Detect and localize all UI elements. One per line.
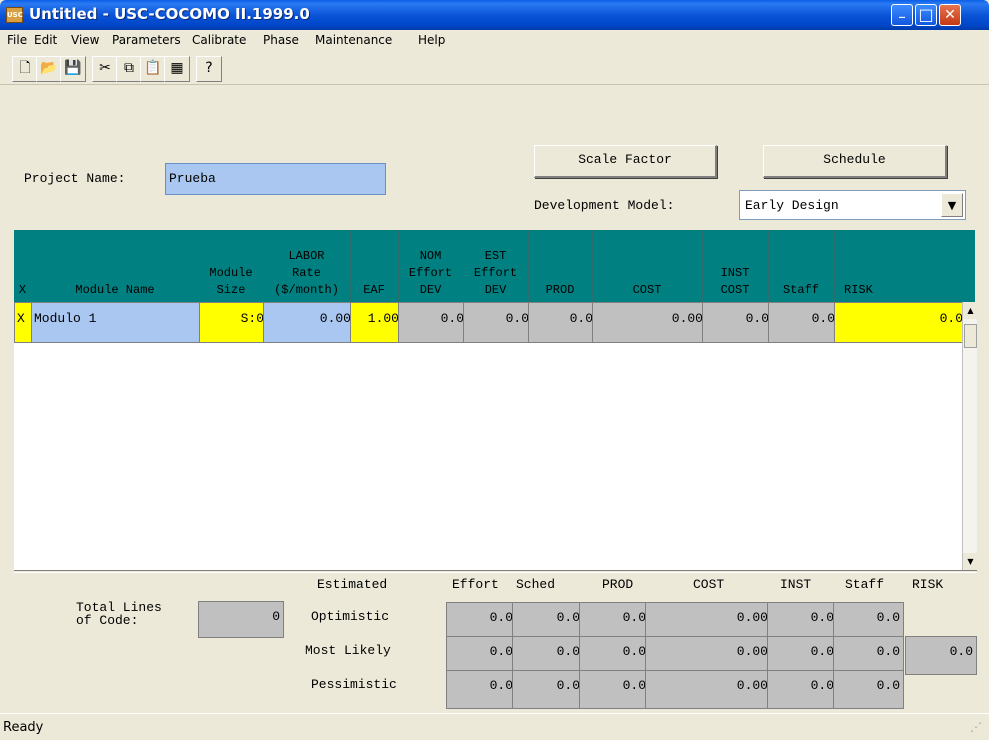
column-header-cost[interactable]: COST bbox=[592, 230, 703, 302]
new-file-button[interactable]: 🗋 bbox=[12, 56, 38, 82]
close-button[interactable]: ✕ bbox=[939, 4, 961, 26]
help-button[interactable]: ? bbox=[196, 56, 222, 82]
toolbar: 🗋 📂 💾 ✂ ⧉ 📋 ▦ ? bbox=[0, 52, 989, 85]
paste-button[interactable]: 📋 bbox=[140, 56, 166, 82]
total-prod: 0.0 bbox=[579, 670, 650, 709]
development-model-label: Development Model: bbox=[534, 198, 675, 213]
development-model-select[interactable]: Early Design ▼ bbox=[739, 190, 966, 220]
totals-header-cost: COST bbox=[693, 577, 725, 592]
total-staff: 0.0 bbox=[833, 670, 904, 709]
insert-module-button[interactable]: ▦ bbox=[164, 56, 190, 82]
menu-help[interactable]: Help bbox=[418, 33, 445, 47]
save-icon: 💾 bbox=[64, 60, 82, 76]
total-risk: 0.0 bbox=[905, 636, 977, 675]
column-header-module-size[interactable]: Module Size bbox=[199, 230, 264, 302]
menu-file[interactable]: File bbox=[7, 33, 27, 47]
totals-header-sched: Sched bbox=[516, 577, 556, 592]
cut-icon: ✂ bbox=[99, 60, 111, 76]
column-header-x[interactable]: X bbox=[14, 230, 32, 302]
totals-row-label: Pessimistic bbox=[311, 677, 397, 692]
new-file-icon: 🗋 bbox=[19, 60, 31, 76]
development-model-value: Early Design bbox=[745, 198, 839, 213]
copy-button[interactable]: ⧉ bbox=[116, 56, 142, 82]
column-header-est-effort[interactable]: EST Effort DEV bbox=[463, 230, 529, 302]
column-header-inst-cost[interactable]: INST COST bbox=[702, 230, 769, 302]
cell-staff: 0.0 bbox=[768, 302, 838, 343]
project-name-input[interactable]: Prueba bbox=[165, 163, 386, 195]
status-text: Ready bbox=[3, 720, 44, 735]
cell-inst-cost: 0.0 bbox=[702, 302, 772, 343]
total-effort: 0.0 bbox=[446, 670, 517, 709]
module-table-header: X Module Name Module Size LABOR Rate ($/… bbox=[14, 230, 975, 302]
total-lines-value: 0 bbox=[198, 601, 284, 638]
menu-phase[interactable]: Phase bbox=[263, 33, 299, 47]
menu-maintenance[interactable]: Maintenance bbox=[315, 33, 392, 47]
column-header-staff[interactable]: Staff bbox=[768, 230, 835, 302]
cell-prod: 0.0 bbox=[528, 302, 596, 343]
app-icon: USC bbox=[6, 7, 23, 23]
total-lines-label-2: of Code: bbox=[76, 613, 139, 628]
copy-icon: ⧉ bbox=[124, 60, 134, 76]
cell-risk[interactable]: 0.0 bbox=[834, 302, 966, 343]
column-header-module-name[interactable]: Module Name bbox=[31, 230, 200, 302]
maximize-icon: □ bbox=[918, 5, 934, 24]
cell-labor-rate[interactable]: 0.00 bbox=[263, 302, 354, 343]
scroll-down-icon[interactable]: ▼ bbox=[963, 553, 978, 570]
totals-header-effort: Effort bbox=[452, 577, 499, 592]
module-table-body: X Modulo 1 S:0 0.00 1.00 0.0 0.0 0.0 0.0… bbox=[14, 302, 975, 570]
project-name-label: Project Name: bbox=[24, 171, 126, 186]
separator bbox=[14, 570, 977, 573]
cell-est-effort: 0.0 bbox=[463, 302, 532, 343]
resize-grip-icon[interactable]: ⋰ bbox=[970, 720, 986, 736]
help-icon: ? bbox=[205, 60, 213, 76]
totals-header-inst: INST bbox=[780, 577, 812, 592]
column-header-nom-effort[interactable]: NOM Effort DEV bbox=[398, 230, 464, 302]
menu-view[interactable]: View bbox=[71, 33, 99, 47]
cell-eaf[interactable]: 1.00 bbox=[350, 302, 402, 343]
total-inst: 0.0 bbox=[767, 670, 838, 709]
menu-edit[interactable]: Edit bbox=[34, 33, 57, 47]
column-header-prod[interactable]: PROD bbox=[528, 230, 593, 302]
schedule-button[interactable]: Schedule bbox=[763, 145, 947, 178]
status-bar: Ready bbox=[0, 713, 989, 740]
totals-header-prod: PROD bbox=[602, 577, 634, 592]
cell-cost: 0.00 bbox=[592, 302, 706, 343]
totals-row-label: Most Likely bbox=[305, 643, 391, 658]
vertical-scrollbar[interactable]: ▲ ▼ bbox=[962, 302, 978, 570]
cell-module-name[interactable]: Modulo 1 bbox=[31, 302, 205, 343]
maximize-button[interactable]: □ bbox=[915, 4, 937, 26]
window-title: Untitled - USC-COCOMO II.1999.0 bbox=[29, 5, 310, 23]
totals-header-estimated: Estimated bbox=[317, 577, 388, 592]
column-header-labor-rate[interactable]: LABOR Rate ($/month) bbox=[263, 230, 351, 302]
menu-bar: File Edit View Parameters Calibrate Phas… bbox=[0, 30, 989, 52]
cut-button[interactable]: ✂ bbox=[92, 56, 118, 82]
open-file-button[interactable]: 📂 bbox=[36, 56, 62, 82]
totals-row-label: Optimistic bbox=[311, 609, 390, 624]
insert-module-icon: ▦ bbox=[170, 60, 184, 76]
chevron-down-icon[interactable]: ▼ bbox=[941, 193, 963, 217]
open-folder-icon: 📂 bbox=[40, 60, 58, 76]
minimize-button[interactable]: _ bbox=[891, 4, 913, 26]
minimize-icon: _ bbox=[899, 4, 905, 18]
menu-parameters[interactable]: Parameters bbox=[112, 33, 181, 47]
cell-nom-effort: 0.0 bbox=[398, 302, 467, 343]
total-cost: 0.00 bbox=[645, 670, 772, 709]
close-icon: ✕ bbox=[944, 7, 956, 23]
scale-factor-button[interactable]: Scale Factor bbox=[534, 145, 717, 178]
menu-calibrate[interactable]: Calibrate bbox=[192, 33, 246, 47]
totals-header-staff: Staff bbox=[845, 577, 885, 592]
scroll-up-icon[interactable]: ▲ bbox=[963, 302, 978, 319]
totals-header-risk: RISK bbox=[912, 577, 944, 592]
save-button[interactable]: 💾 bbox=[60, 56, 86, 82]
title-bar[interactable]: USC Untitled - USC-COCOMO II.1999.0 _ □ … bbox=[0, 0, 989, 30]
paste-icon: 📋 bbox=[144, 60, 162, 76]
total-sched: 0.0 bbox=[512, 670, 584, 709]
cell-module-size[interactable]: S:0 bbox=[199, 302, 267, 343]
column-header-risk[interactable]: RISK bbox=[834, 230, 962, 302]
scroll-thumb[interactable] bbox=[964, 324, 977, 348]
column-header-eaf[interactable]: EAF bbox=[350, 230, 399, 302]
